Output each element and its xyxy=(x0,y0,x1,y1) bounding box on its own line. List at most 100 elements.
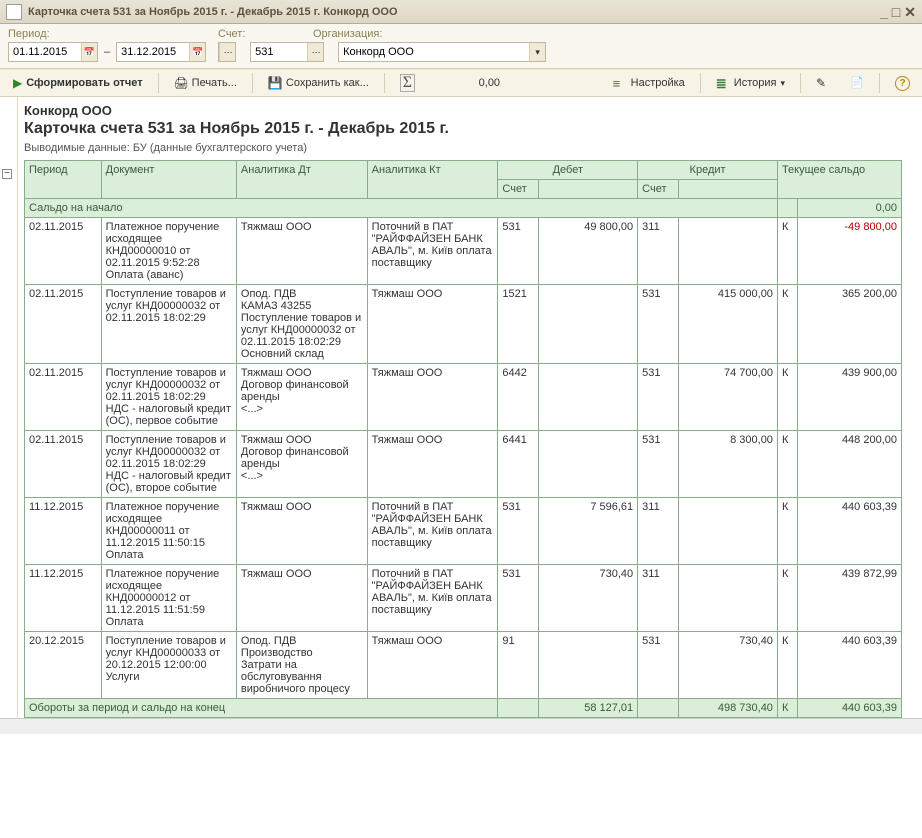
window-title: Карточка счета 531 за Ноябрь 2015 г. - Д… xyxy=(28,6,876,18)
cell-analytic-dt: Тяжмаш ООО Договор финансовой аренды <..… xyxy=(236,431,367,498)
col-period[interactable]: Период xyxy=(25,161,102,199)
account-input[interactable] xyxy=(251,44,307,60)
cell-period: 11.12.2015 xyxy=(25,498,102,565)
cell-debit-acct: 1521 xyxy=(498,285,539,364)
settings-label: Настройка xyxy=(631,77,685,89)
tool-button-2[interactable]: 📄 xyxy=(843,72,871,94)
cell-balance: 440 603,39 xyxy=(798,498,902,565)
calendar-icon[interactable]: 📅 xyxy=(81,43,97,61)
cell-debit-amt: 49 800,00 xyxy=(538,218,637,285)
table-row[interactable]: 02.11.2015Платежное поручение исходящее … xyxy=(25,218,902,285)
col-adt[interactable]: Аналитика Дт xyxy=(236,161,367,199)
chevron-down-icon[interactable] xyxy=(529,43,545,61)
table-row[interactable]: 02.11.2015Поступление товаров и услуг КН… xyxy=(25,431,902,498)
close-button[interactable]: ✕ xyxy=(904,5,916,19)
cell-debit-acct: 6442 xyxy=(498,364,539,431)
date-to-input[interactable] xyxy=(117,44,189,60)
params-bar: Период: Счет: Организация: 📅 – 📅 xyxy=(0,24,922,69)
cell-debit-acct: 531 xyxy=(498,218,539,285)
date-from-input[interactable] xyxy=(9,44,81,60)
period-picker-button[interactable] xyxy=(218,42,236,62)
totals-debit: 58 127,01 xyxy=(538,699,637,718)
settings-button[interactable]: Настройка xyxy=(606,72,692,94)
cell-credit-acct: 531 xyxy=(638,285,679,364)
col-akt[interactable]: Аналитика Кт xyxy=(367,161,498,199)
horizontal-scrollbar[interactable] xyxy=(0,718,922,734)
cell-analytic-kt: Тяжмаш ООО xyxy=(367,285,498,364)
col-debit-acct[interactable]: Счет xyxy=(498,180,539,199)
table-row[interactable]: 02.11.2015Поступление товаров и услуг КН… xyxy=(25,285,902,364)
org-label: Организация: xyxy=(313,28,382,40)
col-debit[interactable]: Дебет xyxy=(498,161,638,180)
cell-credit-amt: 415 000,00 xyxy=(678,285,777,364)
print-button[interactable]: Печать... xyxy=(167,72,244,94)
minimize-button[interactable]: _ xyxy=(880,5,888,19)
col-credit-amt[interactable] xyxy=(678,180,777,199)
cell-credit-acct: 531 xyxy=(638,632,679,699)
col-debit-amt[interactable] xyxy=(538,180,637,199)
separator xyxy=(800,73,801,93)
org-field[interactable] xyxy=(338,42,546,62)
sigma-icon: Σ xyxy=(400,74,415,92)
totals-row[interactable]: Обороты за период и сальдо на конец 58 1… xyxy=(25,699,902,718)
print-label: Печать... xyxy=(192,77,237,89)
date-from-field[interactable]: 📅 xyxy=(8,42,98,62)
col-document[interactable]: Документ xyxy=(101,161,236,199)
cell-period: 02.11.2015 xyxy=(25,431,102,498)
opening-balance: 0,00 xyxy=(798,199,902,218)
cell-analytic-kt: Поточний в ПАТ "РАЙФФАЙЗЕН БАНК АВАЛЬ", … xyxy=(367,218,498,285)
org-input[interactable] xyxy=(339,44,529,60)
cell-analytic-dt: Опод. ПДВ КАМАЗ 43255 Поступление товаро… xyxy=(236,285,367,364)
history-button[interactable]: История xyxy=(709,72,792,94)
ellipsis-icon[interactable] xyxy=(307,43,323,61)
tool-button[interactable] xyxy=(809,72,837,94)
cell-period: 02.11.2015 xyxy=(25,285,102,364)
separator xyxy=(384,73,385,93)
ellipsis-icon[interactable] xyxy=(219,43,235,61)
cell-credit-amt: 730,40 xyxy=(678,632,777,699)
sigma-value: 0,00 xyxy=(428,77,508,89)
cell-analytic-kt: Поточний в ПАТ "РАЙФФАЙЗЕН БАНК АВАЛЬ", … xyxy=(367,498,498,565)
calendar-icon[interactable]: 📅 xyxy=(189,43,205,61)
table-row[interactable]: 11.12.2015Платежное поручение исходящее … xyxy=(25,565,902,632)
sum-button[interactable]: Σ xyxy=(393,72,422,94)
edit-icon xyxy=(816,76,830,90)
col-credit[interactable]: Кредит xyxy=(638,161,778,180)
cell-credit-amt: 8 300,00 xyxy=(678,431,777,498)
save-as-button[interactable]: Сохранить как... xyxy=(261,72,376,94)
cell-debit-amt xyxy=(538,285,637,364)
cell-document: Поступление товаров и услуг КНД00000033 … xyxy=(101,632,236,699)
cell-credit-amt: 74 700,00 xyxy=(678,364,777,431)
cell-credit-acct: 311 xyxy=(638,498,679,565)
form-report-button[interactable]: ▶ Сформировать отчет xyxy=(6,72,150,94)
totals-credit: 498 730,40 xyxy=(678,699,777,718)
col-credit-acct[interactable]: Счет xyxy=(638,180,679,199)
date-to-field[interactable]: 📅 xyxy=(116,42,206,62)
cell-period: 02.11.2015 xyxy=(25,218,102,285)
collapse-toggle[interactable]: − xyxy=(2,169,12,179)
cell-period: 20.12.2015 xyxy=(25,632,102,699)
outline-gutter: − xyxy=(0,97,18,718)
opening-label: Сальдо на начало xyxy=(25,199,778,218)
cell-credit-acct: 531 xyxy=(638,364,679,431)
cell-balance-flag: К xyxy=(777,632,797,699)
cell-credit-amt xyxy=(678,498,777,565)
maximize-button[interactable]: □ xyxy=(892,5,900,19)
account-field[interactable] xyxy=(250,42,324,62)
cell-debit-amt xyxy=(538,431,637,498)
save-label: Сохранить как... xyxy=(286,77,369,89)
cell-credit-acct: 311 xyxy=(638,218,679,285)
cell-document: Платежное поручение исходящее КНД0000001… xyxy=(101,565,236,632)
table-row[interactable]: 02.11.2015Поступление товаров и услуг КН… xyxy=(25,364,902,431)
chevron-down-icon xyxy=(780,77,785,89)
separator xyxy=(700,73,701,93)
cell-document: Поступление товаров и услуг КНД00000032 … xyxy=(101,431,236,498)
table-row[interactable]: 20.12.2015Поступление товаров и услуг КН… xyxy=(25,632,902,699)
separator xyxy=(879,73,880,93)
cell-credit-amt xyxy=(678,218,777,285)
table-row[interactable]: 11.12.2015Платежное поручение исходящее … xyxy=(25,498,902,565)
help-button[interactable] xyxy=(888,72,916,94)
col-balance[interactable]: Текущее сальдо xyxy=(777,161,901,199)
cell-debit-amt: 7 596,61 xyxy=(538,498,637,565)
opening-balance-row[interactable]: Сальдо на начало 0,00 xyxy=(25,199,902,218)
